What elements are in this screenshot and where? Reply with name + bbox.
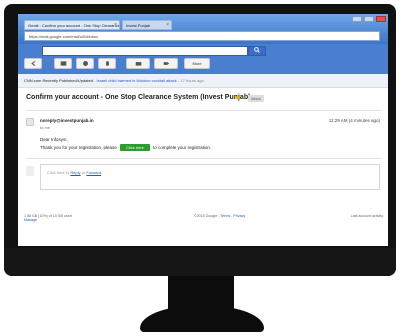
reply-prefix: Click here to (47, 170, 70, 175)
account-activity[interactable]: Last account activity: (351, 214, 384, 218)
notice-age: 17 hours ago (180, 78, 204, 83)
notice-source: CNN.com Recently Published/Updated (24, 78, 93, 83)
close-icon[interactable]: × (114, 22, 117, 28)
browser-tab-invest[interactable]: Invest Punjab × (122, 20, 172, 30)
tab-title: Invest Punjab (126, 23, 151, 28)
back-arrow-icon (30, 60, 35, 67)
forward-link[interactable]: Forward (86, 170, 101, 175)
browser-tab-gmail[interactable]: Gmail - Confirm your account - One Stop … (24, 20, 120, 30)
report-spam-icon (82, 61, 88, 66)
reply-link[interactable]: Reply (70, 170, 80, 175)
maximize-button[interactable] (364, 16, 374, 22)
back-button[interactable] (24, 58, 42, 69)
subject-row: Confirm your account - One Stop Clearanc… (26, 93, 386, 106)
reply-box[interactable]: Click here to Reply or Forward (40, 164, 380, 190)
more-button[interactable]: More (184, 58, 210, 69)
inbox-label[interactable]: Inbox (248, 95, 264, 102)
address-bar[interactable]: https://mail.google.com/mail/u/0/#inbox (24, 31, 380, 41)
search-button[interactable] (248, 46, 266, 56)
notice-headline[interactable]: Israeli child harmed in Molotov cocktail… (97, 78, 177, 83)
search-input[interactable] (42, 46, 248, 56)
copyright: ©2015 Google - (194, 214, 220, 218)
recipient-line[interactable]: to me (40, 125, 50, 130)
reply-or: or (81, 170, 86, 175)
tag-icon (163, 62, 169, 65)
body-after: to complete your registration. (153, 145, 212, 150)
divider (26, 110, 382, 111)
manage-link[interactable]: Manage (24, 218, 72, 222)
click-here-button[interactable]: Click here (120, 144, 150, 151)
trash-icon (105, 61, 109, 66)
email-timestamp: 11:29 AM (4 minutes ago) (328, 118, 380, 123)
screen: Gmail - Confirm your account - One Stop … (18, 14, 388, 246)
window-controls (352, 16, 386, 22)
divider (26, 158, 382, 159)
monitor-chin (4, 248, 396, 276)
archive-button[interactable] (54, 58, 72, 69)
terms-footer: ©2015 Google - Terms - Privacy (194, 214, 246, 218)
avatar (26, 118, 34, 126)
email-subject: Confirm your account - One Stop Clearanc… (26, 94, 251, 101)
search-icon (254, 47, 260, 53)
folder-icon (135, 62, 141, 66)
minimize-button[interactable] (352, 16, 362, 22)
archive-icon (60, 61, 66, 66)
close-window-button[interactable] (376, 16, 386, 22)
privacy-link[interactable]: Privacy (233, 214, 245, 218)
star-icon[interactable]: ★ (234, 93, 241, 102)
report-spam-button[interactable] (76, 58, 94, 69)
sender-address[interactable]: noreply@investpunjab.in (40, 118, 94, 123)
email-body: Thank you for your registration, please … (40, 144, 211, 151)
storage-info: 1.58 GB (10%) of 15 GB used Manage (24, 214, 72, 222)
close-icon[interactable]: × (166, 22, 169, 28)
more-label: More (192, 61, 202, 66)
web-clip-notice: CNN.com Recently Published/Updated - Isr… (18, 74, 388, 88)
terms-link[interactable]: Terms (220, 214, 230, 218)
move-to-button[interactable] (126, 58, 150, 69)
delete-button[interactable] (98, 58, 116, 69)
labels-button[interactable] (154, 58, 178, 69)
user-avatar (26, 166, 34, 176)
monitor-stand-base (140, 306, 264, 332)
tab-title: Gmail - Confirm your account - One Stop … (28, 23, 120, 28)
body-before: Thank you for your registration, please (40, 145, 117, 150)
email-greeting: Dear Infosys!, (40, 137, 68, 142)
